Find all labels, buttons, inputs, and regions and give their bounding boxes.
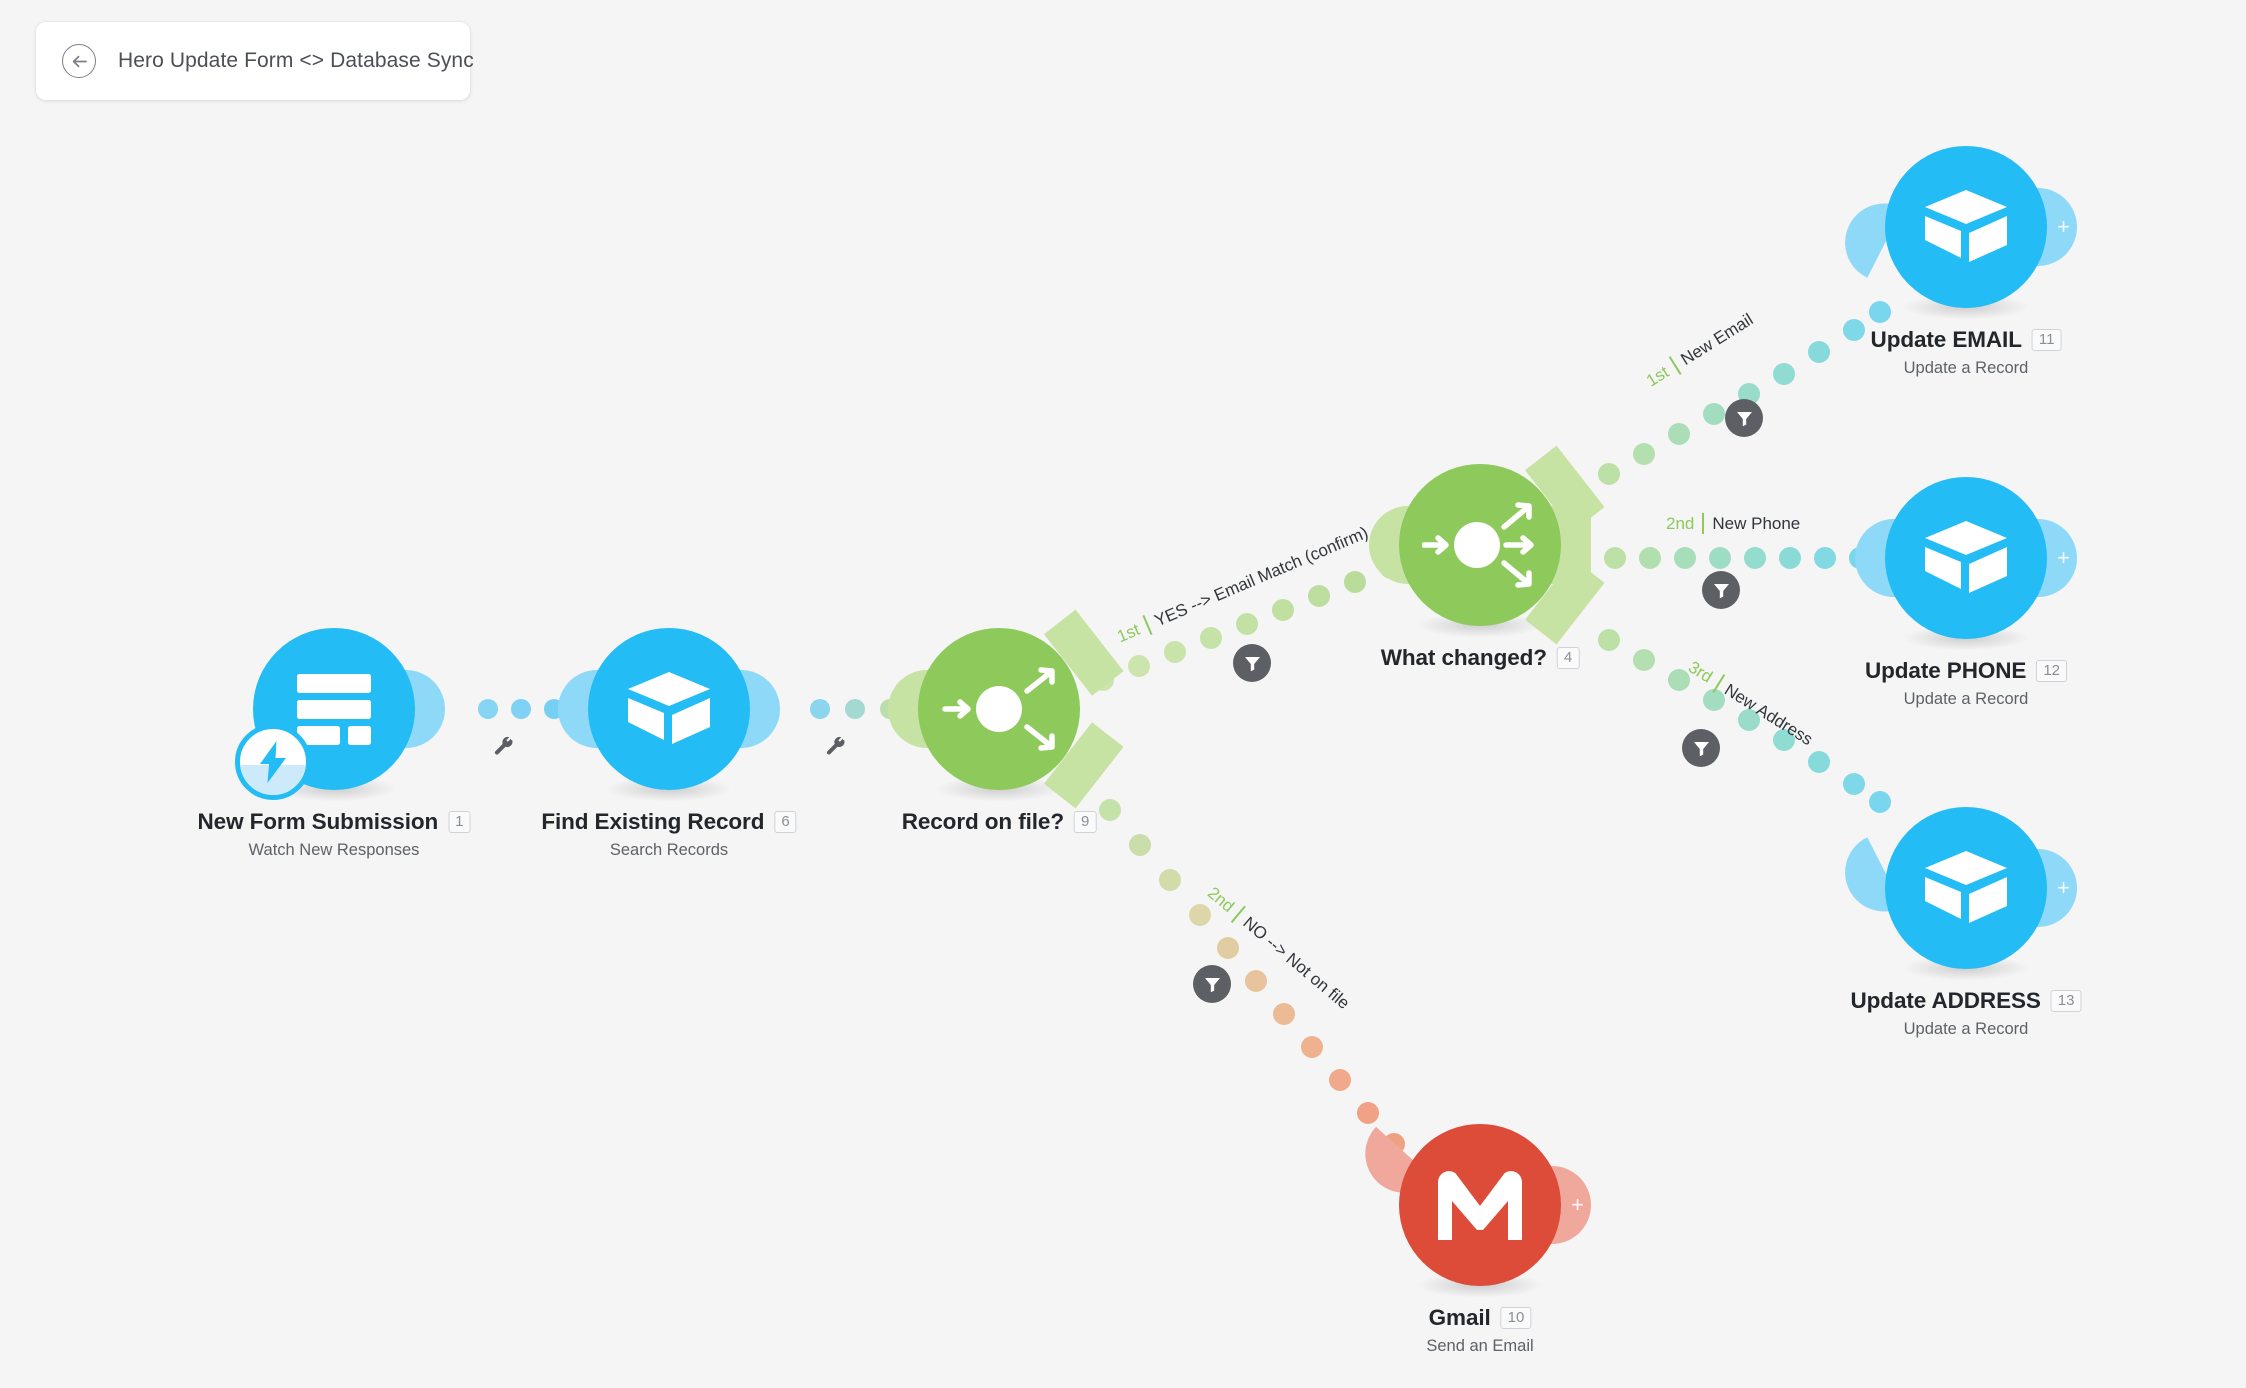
module-subtitle: Send an Email xyxy=(1426,1337,1534,1355)
scenario-canvas[interactable]: New Form Submission 1 Watch New Response… xyxy=(0,0,2246,1388)
module-badge: 11 xyxy=(2031,328,2062,352)
module-badge: 6 xyxy=(774,810,797,834)
module-name: New Form Submission xyxy=(197,809,439,834)
gmail-envelope-icon xyxy=(1438,1171,1522,1240)
module-avatar[interactable] xyxy=(1885,146,2047,308)
route-ordinal: 2nd xyxy=(1666,513,1695,533)
module-name: Update ADDRESS xyxy=(1850,988,2041,1013)
module-badge: 4 xyxy=(1556,646,1580,670)
module-badge: 10 xyxy=(1500,1306,1532,1330)
module-caption: What changed? 4 xyxy=(1381,645,1580,671)
module-name: Update EMAIL xyxy=(1870,327,2022,352)
module-subtitle: Search Records xyxy=(609,841,729,859)
module-name: Gmail xyxy=(1428,1305,1491,1330)
route-text: New Address xyxy=(1721,679,1817,749)
route-divider xyxy=(1668,356,1682,376)
arrow-left-icon xyxy=(72,55,87,67)
router-icon xyxy=(942,667,1055,751)
filter-badge-new-email[interactable] xyxy=(1725,399,1763,437)
module-caption: Find Existing Record 6 Search Records xyxy=(541,809,797,860)
wrench-icon xyxy=(494,736,513,755)
filter-funnel-icon xyxy=(1736,411,1752,426)
link-m1-m6 xyxy=(478,699,564,719)
module-caption: Gmail 10 Send an Email xyxy=(1426,1305,1533,1356)
link-m4-m13 xyxy=(1598,629,1891,813)
link-m4-m12 xyxy=(1604,547,1871,569)
module-badge: 12 xyxy=(2036,659,2068,683)
module-caption: Record on file? 9 xyxy=(902,809,1097,835)
module-subtitle: Watch New Responses xyxy=(248,841,420,859)
back-button[interactable] xyxy=(62,44,96,78)
scenario-title: Hero Update Form <> Database Sync xyxy=(118,49,474,72)
module-badge: 1 xyxy=(448,810,471,834)
route-divider xyxy=(1702,513,1705,534)
route-divider xyxy=(1712,673,1725,693)
airtable-cube-icon xyxy=(628,672,710,744)
module-name: What changed? xyxy=(1380,645,1547,670)
route-label-new-email: 1st New Email xyxy=(1642,309,1757,391)
route-divider xyxy=(1142,615,1153,636)
filter-funnel-icon xyxy=(1713,583,1729,598)
route-ordinal: 2nd xyxy=(1204,882,1239,916)
filter-badge-new-address[interactable] xyxy=(1682,729,1720,767)
route-text: NO --> Not on file xyxy=(1239,912,1354,1013)
module-subtitle: Update a Record xyxy=(1903,359,2029,377)
module-avatar[interactable] xyxy=(588,628,750,790)
airtable-cube-icon xyxy=(1925,521,2007,593)
instant-trigger-badge xyxy=(235,724,311,800)
route-ordinal: 1st xyxy=(1114,619,1143,646)
filter-funnel-icon xyxy=(1244,656,1260,671)
module-avatar[interactable] xyxy=(1885,807,2047,969)
filter-badge-yes-email-match[interactable] xyxy=(1233,644,1271,682)
link-m9-m10 xyxy=(1099,799,1405,1155)
module-badge: 13 xyxy=(2050,989,2082,1013)
filter-badge-no-not-on-file[interactable] xyxy=(1193,965,1231,1003)
add-module-plus-icon: + xyxy=(2057,545,2070,570)
link-m6-m9 xyxy=(810,699,900,719)
route-text: New Email xyxy=(1677,309,1757,369)
module-avatar[interactable] xyxy=(1885,477,2047,639)
module-name: Find Existing Record xyxy=(541,809,765,834)
add-module-plus-icon: + xyxy=(2057,875,2070,900)
module-subtitle: Update a Record xyxy=(1903,690,2029,708)
router-icon xyxy=(1422,502,1534,588)
route-ordinal: 1st xyxy=(1642,361,1673,391)
module-caption: New Form Submission 1 Watch New Response… xyxy=(198,809,471,860)
module-avatar[interactable] xyxy=(1399,464,1561,626)
scenario-header: Hero Update Form <> Database Sync xyxy=(36,22,474,100)
module-caption: Update PHONE 12 Update a Record xyxy=(1864,658,2068,709)
module-badge: 9 xyxy=(1073,810,1097,834)
add-module-plus-icon: + xyxy=(1571,1192,1584,1217)
add-module-plus-icon: + xyxy=(2057,214,2070,239)
module-caption: Update EMAIL 11 Update a Record xyxy=(1871,327,2062,378)
route-text: YES --> Email Match (confirm) xyxy=(1151,522,1371,630)
airtable-cube-icon xyxy=(1925,851,2007,923)
filter-funnel-icon xyxy=(1204,977,1220,992)
filter-badge-new-phone[interactable] xyxy=(1702,571,1740,609)
module-name: Record on file? xyxy=(901,809,1064,834)
module-caption: Update ADDRESS 13 Update a Record xyxy=(1851,988,2082,1039)
module-avatar[interactable] xyxy=(918,628,1080,790)
route-label-yes-email-match: 1st YES --> Email Match (confirm) xyxy=(1114,522,1371,647)
filter-funnel-icon xyxy=(1693,741,1709,756)
lightning-bolt-icon xyxy=(260,741,286,783)
route-text: New Phone xyxy=(1712,513,1801,533)
route-label-new-phone: 2nd New Phone xyxy=(1666,513,1800,534)
form-icon xyxy=(297,674,371,745)
route-ordinal: 3rd xyxy=(1685,657,1717,687)
module-subtitle: Update a Record xyxy=(1903,1020,2029,1038)
airtable-cube-icon xyxy=(1925,190,2007,262)
wrench-icon xyxy=(826,736,845,755)
module-name: Update PHONE xyxy=(1864,658,2027,683)
module-avatar[interactable] xyxy=(1399,1124,1561,1286)
